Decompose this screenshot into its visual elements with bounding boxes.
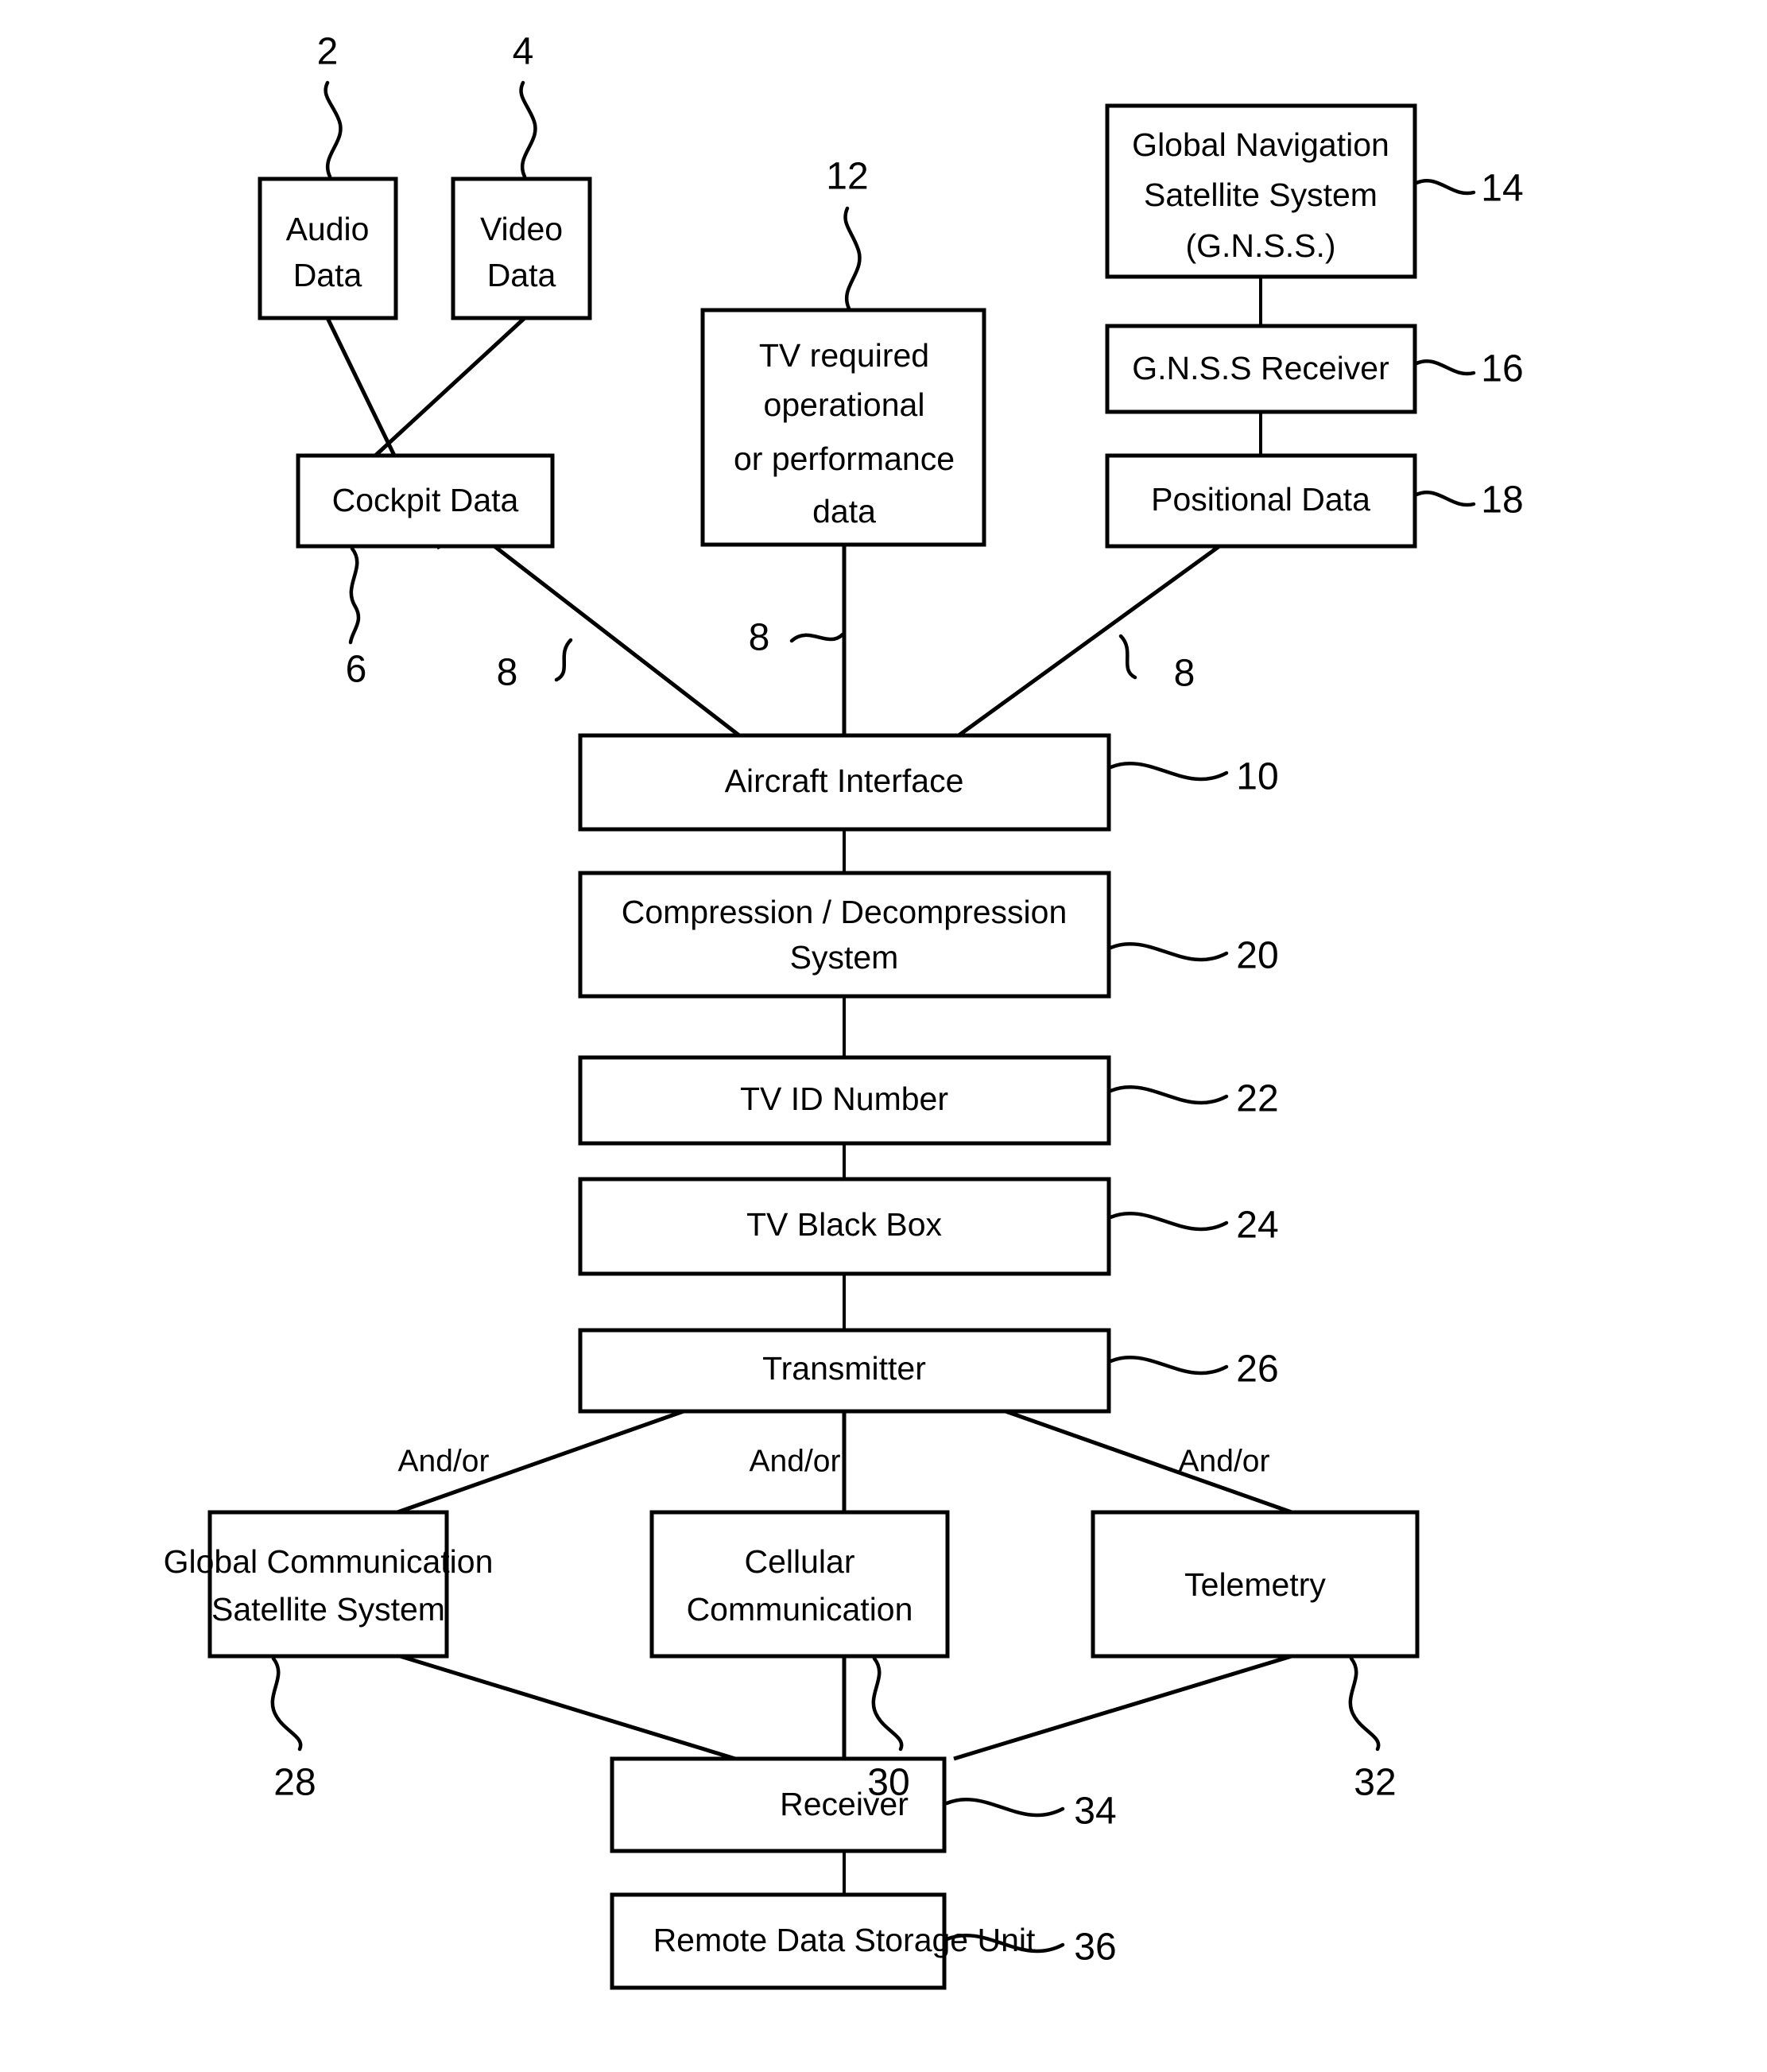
label-tv-required-line1: TV required: [759, 337, 929, 374]
leader-ref-10: [1108, 761, 1229, 782]
ref-num-36: 36: [1074, 1926, 1116, 1969]
ref-num-34: 34: [1074, 1791, 1116, 1833]
patent-figure: Audio Data Video Data Cockpit Data TV re…: [0, 0, 1767, 2072]
label-andor-center: And/or: [750, 1444, 841, 1478]
node-audio-data[interactable]: [258, 177, 398, 320]
ref-num-2: 2: [317, 31, 339, 73]
label-video-data-line2: Data: [487, 257, 556, 293]
ref-num-18: 18: [1481, 479, 1523, 522]
ref-num-26: 26: [1236, 1348, 1278, 1391]
leader-ref-18: [1414, 491, 1476, 507]
ref-num-4: 4: [513, 31, 534, 73]
leader-ref-4: [519, 80, 537, 179]
label-tv-required-line4: data: [812, 493, 876, 530]
label-remote-storage: Remote Data Storage Unit: [653, 1922, 1036, 1958]
label-tv-required-line2: operational: [764, 386, 925, 423]
node-compression-decompression[interactable]: [578, 871, 1111, 999]
label-tv-id-number: TV ID Number: [740, 1081, 948, 1117]
ref-num-32: 32: [1354, 1762, 1396, 1804]
node-video-data[interactable]: [451, 177, 592, 320]
ref-num-10: 10: [1236, 756, 1278, 798]
label-audio-data-line2: Data: [293, 257, 362, 293]
label-gnss-line3: (G.N.S.S.): [1185, 227, 1335, 264]
label-gnss-receiver: G.N.S.S Receiver: [1132, 350, 1389, 386]
edge-cockpit-to-interface: [493, 545, 741, 737]
leader-ref-24: [1108, 1211, 1229, 1232]
node-cellular-communication[interactable]: [649, 1510, 950, 1659]
label-gnss-line1: Global Navigation: [1132, 126, 1389, 163]
label-compression-line1: Compression / Decompression: [622, 894, 1068, 930]
label-andor-left: And/or: [398, 1444, 490, 1478]
ref-num-20: 20: [1236, 935, 1278, 977]
edge-positional-to-interface: [957, 544, 1221, 738]
label-positional-data: Positional Data: [1151, 481, 1370, 518]
leader-ref-22: [1108, 1085, 1229, 1105]
ref-num-16: 16: [1481, 348, 1523, 390]
label-tv-black-box: TV Black Box: [746, 1206, 943, 1243]
label-global-comm-line1: Global Communication: [164, 1543, 494, 1580]
ref-num-6: 6: [346, 649, 367, 691]
leader-ref-30: [871, 1656, 904, 1752]
ref-num-8-left: 8: [497, 652, 518, 694]
label-gnss-line2: Satellite System: [1144, 177, 1378, 213]
label-tv-required-line3: or performance: [734, 440, 955, 477]
ref-num-30: 30: [867, 1762, 909, 1804]
label-compression-line2: System: [790, 939, 899, 976]
leader-ref-20: [1108, 941, 1229, 962]
label-cockpit-data: Cockpit Data: [332, 482, 519, 518]
label-telemetry: Telemetry: [1184, 1566, 1326, 1603]
ref-num-28: 28: [273, 1762, 316, 1804]
leader-ref-12: [843, 206, 862, 311]
leader-ref-8-center: [789, 632, 845, 643]
label-audio-data-line1: Audio: [286, 211, 370, 247]
ref-num-14: 14: [1481, 168, 1523, 210]
ref-num-8-right: 8: [1174, 653, 1195, 695]
leader-ref-32: [1348, 1656, 1381, 1752]
edge-globalcomm-to-receiver: [397, 1653, 736, 1761]
label-global-comm-line2: Satellite System: [211, 1591, 445, 1628]
label-aircraft-interface: Aircraft Interface: [725, 762, 964, 799]
leader-ref-34: [944, 1797, 1065, 1818]
ref-num-22: 22: [1236, 1078, 1278, 1120]
leader-ref-2: [324, 80, 343, 179]
ref-num-12: 12: [826, 156, 868, 198]
label-transmitter: Transmitter: [762, 1350, 926, 1387]
node-global-communication-satellite-system[interactable]: [207, 1510, 449, 1659]
label-cellular-line2: Communication: [687, 1591, 913, 1628]
leader-ref-28: [270, 1656, 303, 1752]
diagram-canvas: Audio Data Video Data Cockpit Data TV re…: [164, 31, 1524, 1990]
leader-ref-8-right: [1118, 634, 1137, 680]
label-video-data-line1: Video: [480, 211, 563, 247]
leader-ref-14: [1414, 179, 1476, 196]
leader-ref-6: [348, 546, 361, 645]
label-andor-right: And/or: [1179, 1444, 1270, 1478]
ref-num-24: 24: [1236, 1205, 1278, 1247]
leader-ref-26: [1108, 1355, 1229, 1376]
edge-telemetry-to-receiver: [953, 1654, 1292, 1761]
leader-ref-16: [1414, 359, 1476, 376]
edge-video-to-cockpit: [372, 316, 526, 459]
label-cellular-line1: Cellular: [745, 1543, 855, 1580]
ref-num-8-center: 8: [749, 617, 770, 659]
leader-ref-8-left: [554, 638, 573, 682]
